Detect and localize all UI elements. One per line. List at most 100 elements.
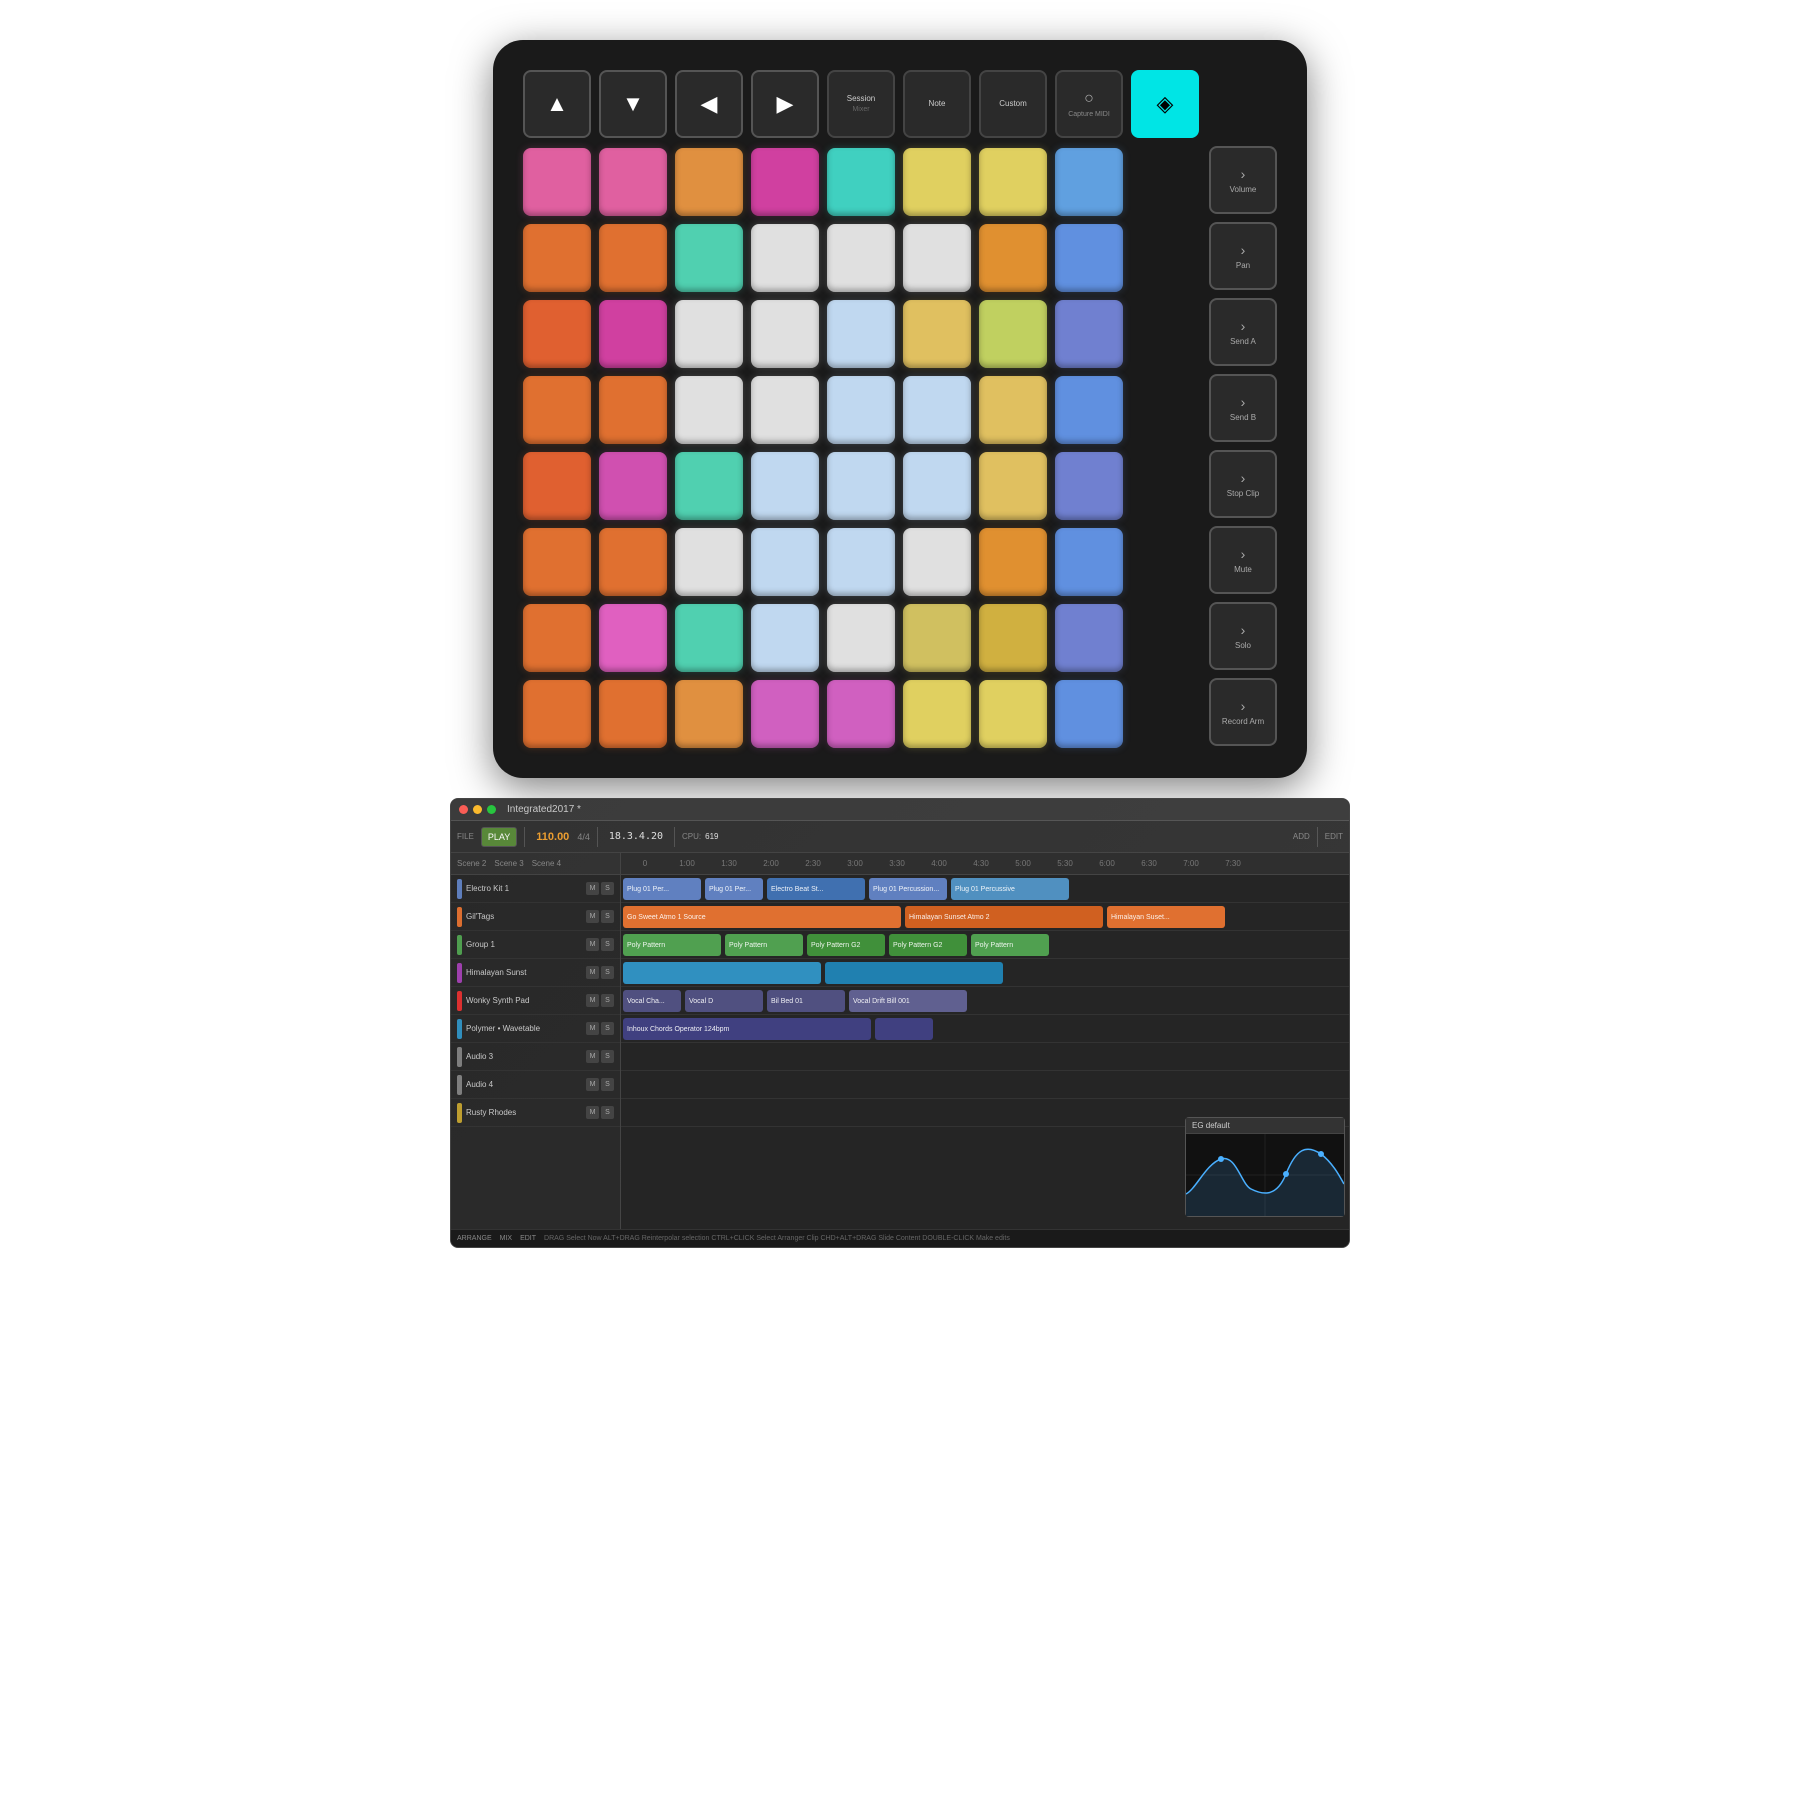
pad-r5-c3[interactable] [751,528,819,596]
pad-r0-c7[interactable] [1055,148,1123,216]
pad-r5-c0[interactable] [523,528,591,596]
track-item-8[interactable]: Rusty Rhodes M S [451,1099,620,1127]
clip-10[interactable]: Poly Pattern G2 [807,934,885,956]
right-btn-mute[interactable]: › Mute [1209,526,1277,594]
track-solo-3[interactable]: S [601,966,614,979]
pad-r2-c1[interactable] [599,300,667,368]
clip-9[interactable]: Poly Pattern [725,934,803,956]
track-item-3[interactable]: Himalayan Sunst M S [451,959,620,987]
clip-20[interactable] [875,1018,933,1040]
pad-r6-c1[interactable] [599,604,667,672]
pad-r7-c3[interactable] [751,680,819,748]
track-item-6[interactable]: Audio 3 M S [451,1043,620,1071]
pad-r3-c2[interactable] [675,376,743,444]
right-btn-record-arm[interactable]: › Record Arm [1209,678,1277,746]
pad-r5-c2[interactable] [675,528,743,596]
track-solo-7[interactable]: S [601,1078,614,1091]
pad-r6-c5[interactable] [903,604,971,672]
clip-19[interactable]: Inhoux Chords Operator 124bpm [623,1018,871,1040]
mode-logo-button[interactable]: ◈ [1131,70,1199,138]
track-solo-5[interactable]: S [601,1022,614,1035]
track-item-5[interactable]: Polymer • Wavetable M S [451,1015,620,1043]
clip-11[interactable]: Poly Pattern G2 [889,934,967,956]
pad-r4-c0[interactable] [523,452,591,520]
pad-r4-c1[interactable] [599,452,667,520]
nav-down-button[interactable]: ▼ [599,70,667,138]
pad-r5-c4[interactable] [827,528,895,596]
pad-r6-c2[interactable] [675,604,743,672]
pad-r0-c0[interactable] [523,148,591,216]
nav-up-button[interactable]: ▲ [523,70,591,138]
clip-12[interactable]: Poly Pattern [971,934,1049,956]
pad-r3-c3[interactable] [751,376,819,444]
track-mute-0[interactable]: M [586,882,599,895]
mode-note-button[interactable]: Note [903,70,971,138]
clip-8[interactable]: Poly Pattern [623,934,721,956]
pad-r1-c2[interactable] [675,224,743,292]
pad-r1-c1[interactable] [599,224,667,292]
clip-14[interactable] [825,962,1003,984]
right-btn-pan[interactable]: › Pan [1209,222,1277,290]
track-solo-2[interactable]: S [601,938,614,951]
maximize-dot[interactable] [487,805,496,814]
pad-r4-c5[interactable] [903,452,971,520]
right-btn-solo[interactable]: › Solo [1209,602,1277,670]
track-solo-8[interactable]: S [601,1106,614,1119]
play-button[interactable]: PLAY [481,827,517,847]
pad-r0-c2[interactable] [675,148,743,216]
pad-r5-c7[interactable] [1055,528,1123,596]
pad-r6-c7[interactable] [1055,604,1123,672]
pad-r1-c0[interactable] [523,224,591,292]
track-mute-5[interactable]: M [586,1022,599,1035]
pad-r2-c3[interactable] [751,300,819,368]
clip-2[interactable]: Electro Beat St... [767,878,865,900]
pad-r4-c6[interactable] [979,452,1047,520]
clip-4[interactable]: Plug 01 Percussive [951,878,1069,900]
track-item-1[interactable]: Gil'Tags M S [451,903,620,931]
pad-r0-c6[interactable] [979,148,1047,216]
track-solo-0[interactable]: S [601,882,614,895]
track-mute-4[interactable]: M [586,994,599,1007]
pad-r7-c2[interactable] [675,680,743,748]
mode-capture-button[interactable]: ○ Capture MIDI [1055,70,1123,138]
clip-6[interactable]: Himalayan Sunset Atmo 2 [905,906,1103,928]
pad-r7-c6[interactable] [979,680,1047,748]
pad-r4-c2[interactable] [675,452,743,520]
track-solo-1[interactable]: S [601,910,614,923]
pad-r4-c7[interactable] [1055,452,1123,520]
clip-1[interactable]: Plug 01 Per... [705,878,763,900]
pad-r5-c6[interactable] [979,528,1047,596]
pad-r1-c4[interactable] [827,224,895,292]
clip-16[interactable]: Vocal D [685,990,763,1012]
pad-r2-c0[interactable] [523,300,591,368]
pad-r1-c3[interactable] [751,224,819,292]
pad-r7-c7[interactable] [1055,680,1123,748]
pad-r1-c7[interactable] [1055,224,1123,292]
clip-17[interactable]: Bil Bed 01 [767,990,845,1012]
right-btn-send-b[interactable]: › Send B [1209,374,1277,442]
track-mute-2[interactable]: M [586,938,599,951]
pad-r2-c2[interactable] [675,300,743,368]
track-mute-7[interactable]: M [586,1078,599,1091]
clip-7[interactable]: Himalayan Suset... [1107,906,1225,928]
nav-right-button[interactable]: ▶ [751,70,819,138]
pad-r3-c7[interactable] [1055,376,1123,444]
eq-window[interactable]: EG default [1185,1117,1345,1217]
pad-r7-c5[interactable] [903,680,971,748]
pad-r3-c4[interactable] [827,376,895,444]
track-mute-6[interactable]: M [586,1050,599,1063]
clip-3[interactable]: Plug 01 Percussion... [869,878,947,900]
pad-r2-c5[interactable] [903,300,971,368]
right-btn-volume[interactable]: › Volume [1209,146,1277,214]
pad-r5-c5[interactable] [903,528,971,596]
track-item-2[interactable]: Group 1 M S [451,931,620,959]
pad-r3-c0[interactable] [523,376,591,444]
track-item-4[interactable]: Wonky Synth Pad M S [451,987,620,1015]
right-btn-send-a[interactable]: › Send A [1209,298,1277,366]
pad-r6-c6[interactable] [979,604,1047,672]
pad-r0-c5[interactable] [903,148,971,216]
pad-r1-c6[interactable] [979,224,1047,292]
clip-18[interactable]: Vocal Drift Bill 001 [849,990,967,1012]
pad-r4-c4[interactable] [827,452,895,520]
track-item-7[interactable]: Audio 4 M S [451,1071,620,1099]
